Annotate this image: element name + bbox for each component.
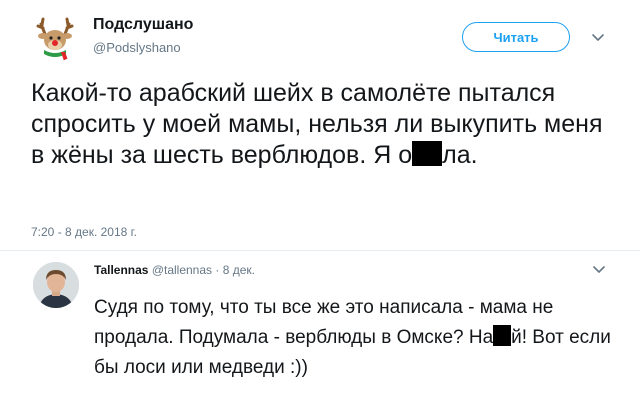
- reply-text: Судя по тому, что ты все же это написала…: [94, 293, 614, 383]
- divider: [0, 250, 640, 251]
- person-photo-icon: [33, 262, 79, 308]
- tweet-timestamp[interactable]: 7:20 - 8 дек. 2018 г.: [31, 225, 137, 239]
- reply-date[interactable]: · 8 дек.: [215, 263, 255, 277]
- tweet-text: Какой-то арабский шейх в самолёте пыталс…: [31, 78, 621, 171]
- chevron-down-icon[interactable]: [592, 265, 606, 275]
- censor-block: [412, 141, 443, 166]
- reply-author-name[interactable]: Tallennas: [94, 263, 148, 277]
- tweet-text-part2: ла.: [442, 141, 478, 169]
- author-avatar[interactable]: [31, 14, 79, 62]
- follow-button[interactable]: Читать: [462, 22, 570, 52]
- tweet-text-part1: Какой-то арабский шейх в самолёте пыталс…: [31, 79, 603, 169]
- reindeer-icon: [36, 17, 74, 61]
- censor-block: [493, 325, 512, 346]
- chevron-down-icon[interactable]: [591, 33, 605, 43]
- author-handle[interactable]: @Podslyshano: [93, 40, 181, 55]
- reply-header: Tallennas @tallennas · 8 дек.: [94, 263, 255, 277]
- reply-text-part1: Судя по тому, что ты все же это написала…: [94, 297, 554, 348]
- reply-avatar[interactable]: [33, 262, 79, 308]
- reply-author-handle[interactable]: @tallennas: [152, 263, 212, 277]
- author-name[interactable]: Подслушано: [93, 16, 193, 34]
